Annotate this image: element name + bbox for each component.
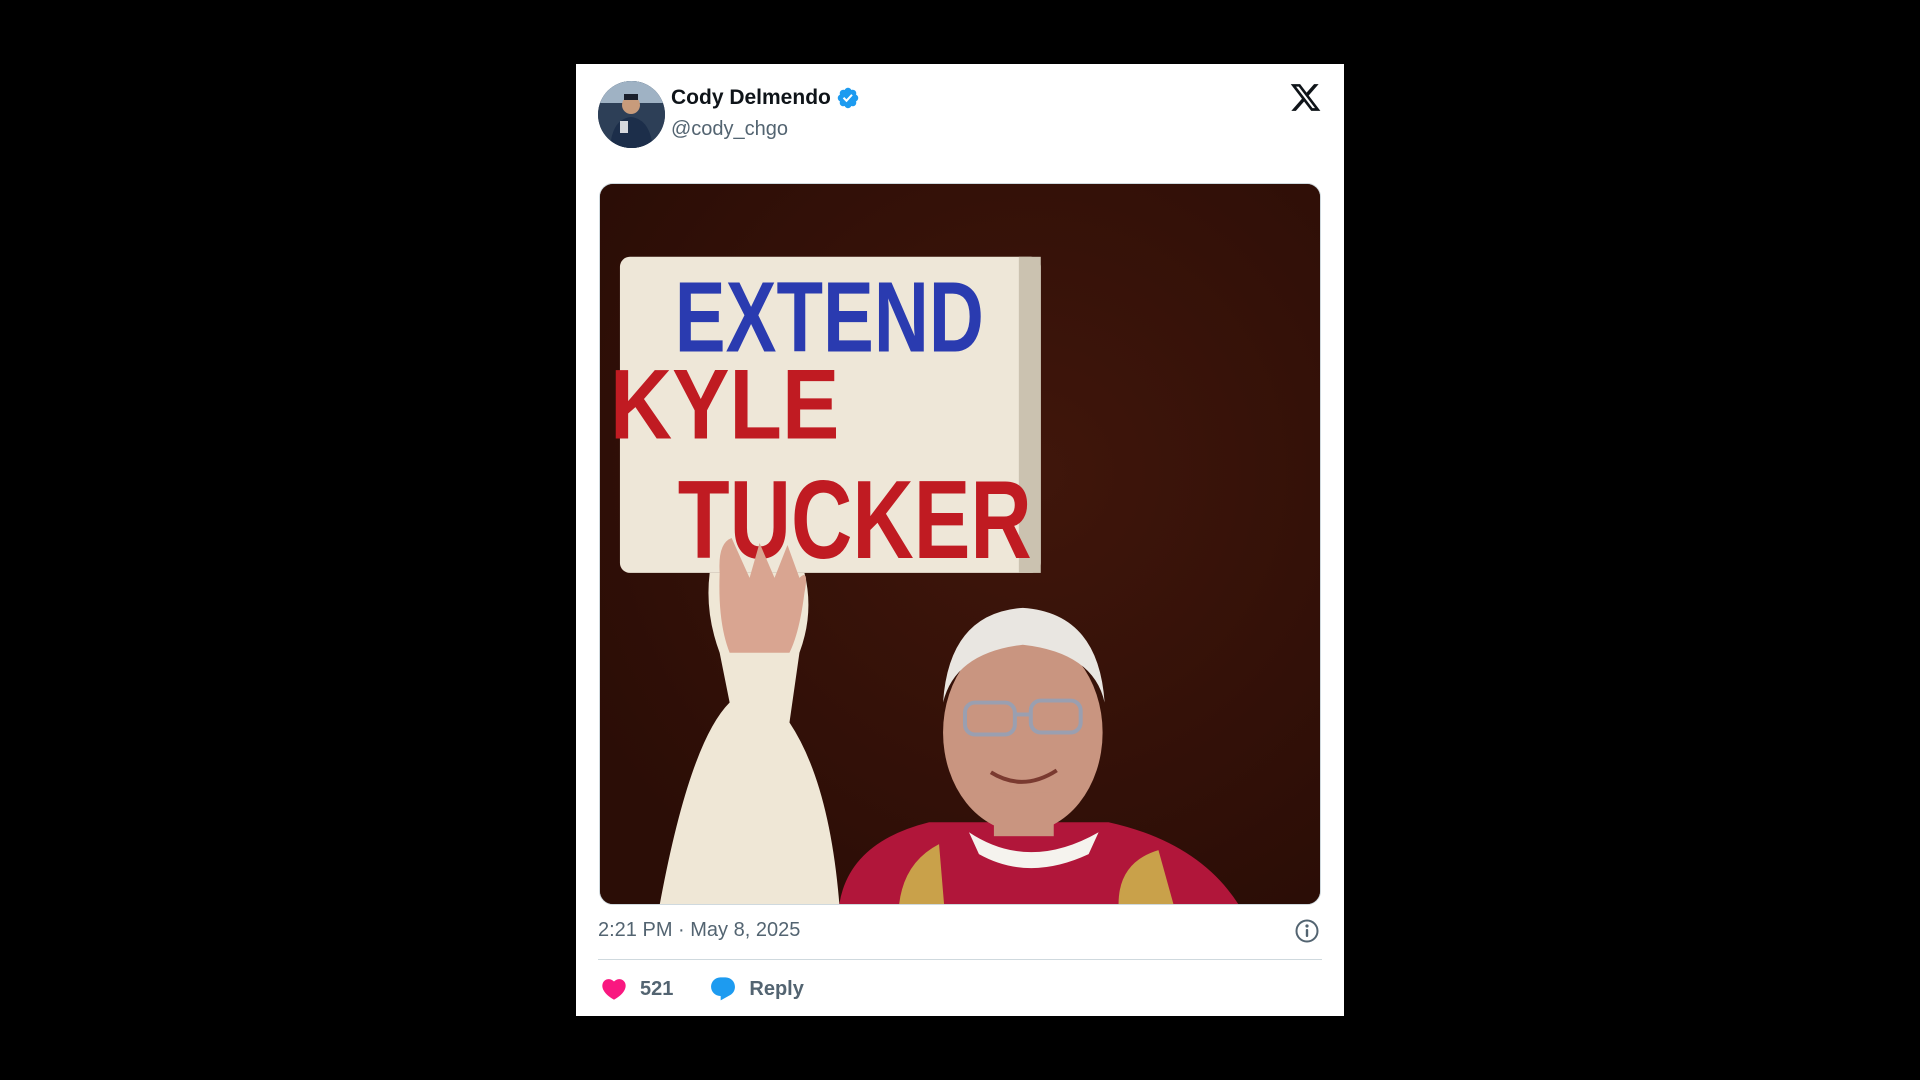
- x-logo-icon[interactable]: [1289, 81, 1322, 114]
- author-handle[interactable]: @cody_chgo: [671, 118, 788, 141]
- info-icon[interactable]: [1294, 918, 1320, 944]
- likes-count: 521: [640, 977, 674, 1000]
- reply-bubble-icon: [711, 977, 736, 1001]
- verified-badge-icon: [836, 86, 860, 110]
- sign: EXTEND KYLE TUCKER: [610, 256, 1041, 582]
- like-button[interactable]: 521: [600, 975, 673, 1003]
- divider: [598, 959, 1322, 960]
- author-display-name[interactable]: Cody Delmendo: [671, 86, 831, 110]
- tweet-media-image[interactable]: EXTEND KYLE TUCKER: [599, 183, 1321, 905]
- tweet-meta-row: 2:21 PM · May 8, 2025: [598, 916, 1322, 944]
- avatar[interactable]: [598, 81, 665, 148]
- tweet-actions: 521 Reply: [600, 974, 840, 1004]
- heart-icon: [602, 979, 626, 1000]
- tweet-timestamp[interactable]: 2:21 PM · May 8, 2025: [598, 916, 800, 944]
- tweet-card: Cody Delmendo @cody_chgo EXTEND KYLE TUC…: [576, 64, 1344, 1016]
- reply-button[interactable]: Reply: [709, 975, 804, 1003]
- reply-label: Reply: [749, 977, 804, 1000]
- sign-line-2: KYLE: [610, 349, 839, 460]
- author-name-row: Cody Delmendo: [671, 86, 860, 110]
